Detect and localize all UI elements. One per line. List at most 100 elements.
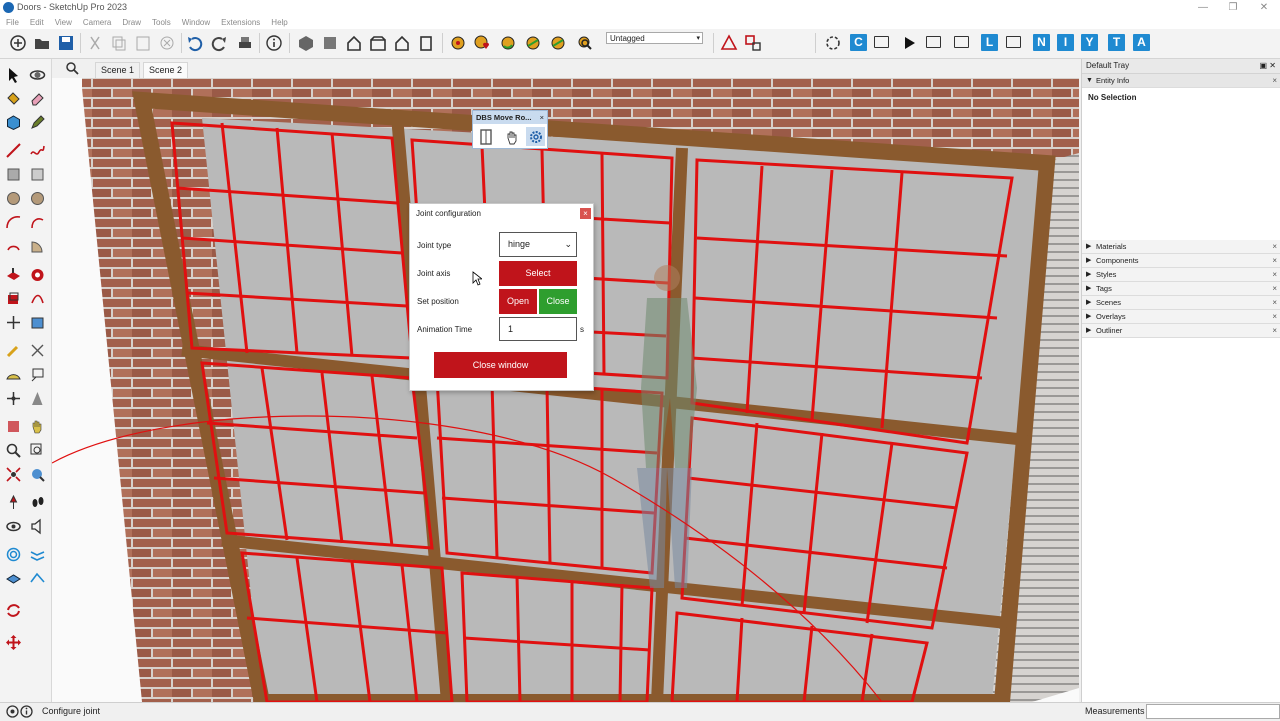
folder-icon[interactable]: [926, 36, 941, 48]
menu-camera[interactable]: Camera: [83, 16, 111, 29]
axes-icon[interactable]: [3, 388, 23, 408]
arc-icon[interactable]: [3, 212, 23, 232]
pencil-icon[interactable]: [27, 112, 47, 132]
close-icon[interactable]: ×: [540, 111, 544, 124]
plugin-c-button[interactable]: C: [850, 34, 867, 51]
text-tool-icon[interactable]: [27, 364, 47, 384]
look-around-icon[interactable]: [3, 516, 23, 536]
circle-icon[interactable]: [3, 188, 23, 208]
arrow-gear-2-icon[interactable]: [548, 33, 568, 53]
close-icon[interactable]: ×: [1272, 282, 1277, 295]
search-gear-icon[interactable]: [575, 33, 595, 53]
arc-2-icon[interactable]: [27, 212, 47, 232]
sandbox-from-contours-icon[interactable]: [3, 544, 23, 564]
restore-button[interactable]: ❐: [1218, 0, 1248, 16]
close-button[interactable]: Close: [539, 289, 577, 314]
panel-outliner[interactable]: ▶ Outliner ×: [1082, 324, 1280, 338]
section-plane-icon[interactable]: [3, 416, 23, 436]
info-icon[interactable]: [17, 702, 35, 720]
panel-overlays[interactable]: ▶ Overlays ×: [1082, 310, 1280, 324]
move-icon[interactable]: [3, 312, 23, 332]
pin-close-icon[interactable]: ▣ ✕: [1260, 59, 1276, 73]
top-view-icon[interactable]: [320, 33, 340, 53]
sandbox-drape-icon[interactable]: [27, 568, 47, 588]
arrow-gear-icon[interactable]: [523, 33, 543, 53]
close-icon[interactable]: ×: [1272, 74, 1277, 87]
plugin-i-button[interactable]: I: [1057, 34, 1074, 51]
play-icon[interactable]: [899, 33, 919, 53]
menu-file[interactable]: File: [6, 16, 19, 29]
folder-icon[interactable]: [874, 36, 889, 48]
tab-scene-2[interactable]: Scene 2: [143, 62, 189, 78]
plugin-n-button[interactable]: N: [1033, 34, 1050, 51]
plugin-t-button[interactable]: T: [1108, 34, 1125, 51]
freehand-icon[interactable]: [27, 140, 47, 160]
3d-text-icon[interactable]: [27, 388, 47, 408]
previous-view-icon[interactable]: [27, 464, 47, 484]
panel-components[interactable]: ▶ Components ×: [1082, 254, 1280, 268]
panel-entity-info[interactable]: ▼ Entity Info ×: [1082, 74, 1280, 88]
open-button[interactable]: Open: [499, 289, 537, 314]
components-icon[interactable]: [3, 112, 23, 132]
front-view-icon[interactable]: [344, 33, 364, 53]
plugin-l-button[interactable]: L: [981, 34, 998, 51]
joint-type-select[interactable]: hinge ⌄: [499, 232, 577, 257]
menu-view[interactable]: View: [55, 16, 72, 29]
erase-icon[interactable]: [157, 33, 177, 53]
move-cross-red-icon[interactable]: [3, 632, 23, 652]
animation-time-input[interactable]: 1: [499, 317, 577, 341]
rotate-red-icon[interactable]: [3, 600, 23, 620]
menu-extensions[interactable]: Extensions: [221, 16, 260, 29]
close-icon[interactable]: ×: [1272, 324, 1277, 337]
scale-icon[interactable]: [27, 312, 47, 332]
right-view-icon[interactable]: [368, 33, 388, 53]
close-icon[interactable]: ×: [1272, 240, 1277, 253]
plugin-y-button[interactable]: Y: [1081, 34, 1098, 51]
back-view-icon[interactable]: [392, 33, 412, 53]
rectangle-icon[interactable]: [3, 164, 23, 184]
sandbox-smoove-icon[interactable]: [27, 544, 47, 564]
dbs-toolbar-header[interactable]: DBS Move Ro... ×: [473, 111, 547, 124]
hand-icon[interactable]: [502, 127, 521, 146]
sandbox-stamp-icon[interactable]: [3, 568, 23, 588]
offset-icon[interactable]: [3, 288, 23, 308]
menu-tools[interactable]: Tools: [152, 16, 171, 29]
menu-window[interactable]: Window: [182, 16, 210, 29]
minimize-button[interactable]: —: [1188, 0, 1218, 16]
eraser-icon[interactable]: [27, 88, 47, 108]
left-view-icon[interactable]: [416, 33, 436, 53]
sandbox-icon[interactable]: [27, 288, 47, 308]
menu-edit[interactable]: Edit: [30, 16, 44, 29]
orbit-tool-icon[interactable]: [27, 64, 47, 84]
gear-red-icon[interactable]: [448, 33, 468, 53]
arc-3-icon[interactable]: [3, 236, 23, 256]
pie-icon[interactable]: [27, 236, 47, 256]
open-icon[interactable]: [32, 33, 52, 53]
folder-icon[interactable]: [954, 36, 969, 48]
redo-icon[interactable]: [209, 33, 229, 53]
tab-scene-1[interactable]: Scene 1: [95, 62, 141, 78]
panel-materials[interactable]: ▶ Materials ×: [1082, 240, 1280, 254]
speaker-icon[interactable]: [27, 516, 47, 536]
zoom-icon[interactable]: [3, 440, 23, 460]
heart-gear-icon[interactable]: [472, 33, 492, 53]
close-window-button[interactable]: ✕: [1249, 0, 1279, 16]
follow-me-icon[interactable]: [27, 264, 47, 284]
cut-icon[interactable]: [85, 33, 105, 53]
iso-view-icon[interactable]: [296, 33, 316, 53]
dialog-close-icon[interactable]: ×: [580, 208, 591, 219]
new-icon[interactable]: [8, 33, 28, 53]
zoom-extents-icon[interactable]: [3, 464, 23, 484]
close-icon[interactable]: ×: [1272, 310, 1277, 323]
tape-measure-icon[interactable]: [3, 340, 23, 360]
model-info-icon[interactable]: [264, 33, 284, 53]
section-red-icon[interactable]: [743, 33, 763, 53]
triangle-red-icon[interactable]: [719, 33, 739, 53]
zoom-window-icon[interactable]: [27, 440, 47, 460]
refresh-gear-icon[interactable]: [498, 33, 518, 53]
polygon-icon[interactable]: [27, 188, 47, 208]
save-icon[interactable]: [56, 33, 76, 53]
position-camera-icon[interactable]: [3, 492, 23, 512]
close-icon[interactable]: ×: [1272, 254, 1277, 267]
line-tool-icon[interactable]: [3, 140, 23, 160]
